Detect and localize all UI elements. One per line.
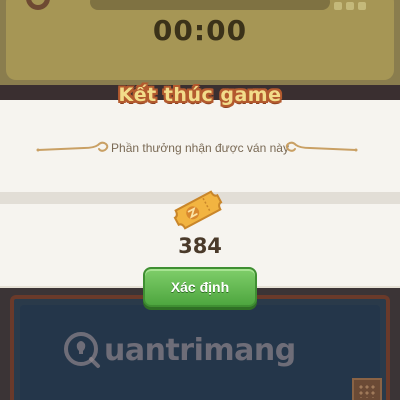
game-menu-dots: [334, 2, 370, 10]
dialog-title: Kết thúc game: [118, 84, 282, 106]
ticket-icon: [173, 190, 223, 230]
reward-amount: 384: [178, 234, 222, 258]
board-tile: [352, 378, 382, 400]
watermark: uantrimang: [62, 330, 296, 370]
decorative-swirl-right-icon: [285, 141, 358, 152]
lightbulb-q-icon: [64, 332, 100, 368]
reward-heading-row: Phần thưởng nhận được ván này: [0, 138, 400, 158]
confirm-button[interactable]: Xác định: [143, 267, 257, 307]
game-header-background: 00:00: [0, 0, 400, 85]
watermark-text: uantrimang: [104, 332, 296, 368]
game-timer: 00:00: [152, 14, 248, 47]
game-header-bar: [90, 0, 330, 10]
